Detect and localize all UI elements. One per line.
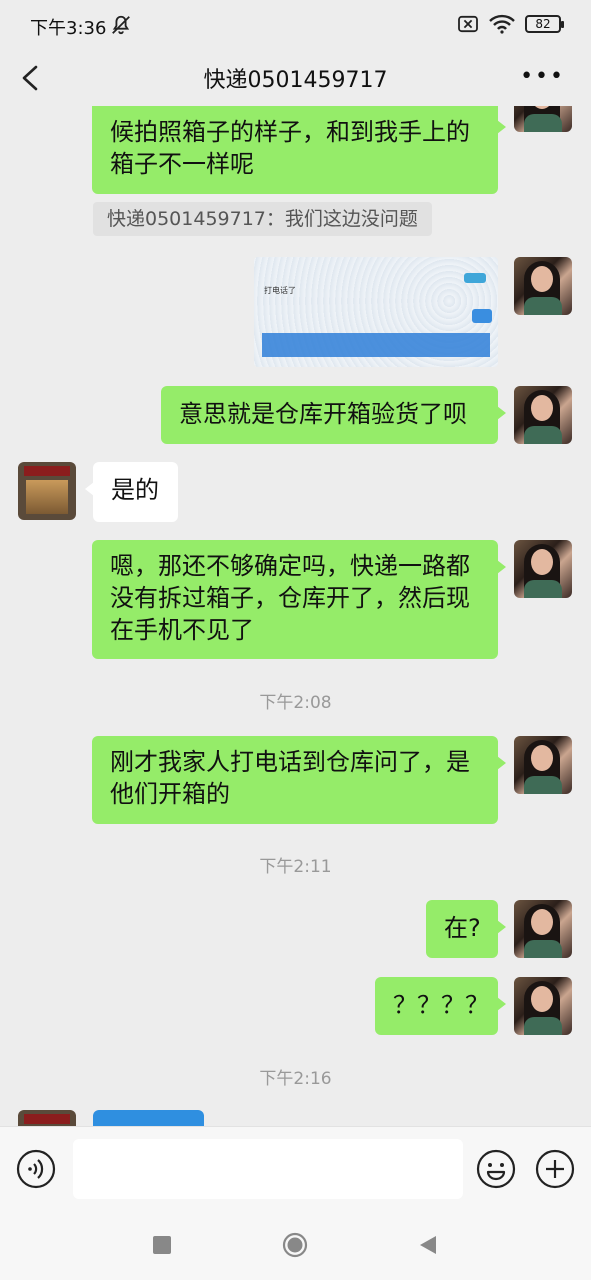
- image-message[interactable]: [93, 1110, 204, 1126]
- sent-message[interactable]: 刚才我家人打电话到仓库问了，是他们开箱的: [92, 736, 506, 824]
- system-nav-bar: [0, 1210, 591, 1280]
- recents-icon[interactable]: [153, 1236, 171, 1254]
- image-text: 打电话了: [264, 286, 296, 295]
- more-icon[interactable]: •••: [520, 64, 565, 89]
- my-avatar[interactable]: [514, 386, 572, 444]
- input-bar: [0, 1126, 591, 1211]
- chat-area[interactable]: 候拍照箱子的样子，和到我手上的箱子不一样呢 快递0501459717：我们这边没…: [0, 106, 591, 1126]
- message-text: ？？？？: [393, 991, 489, 1019]
- image-button-element: [472, 309, 492, 323]
- my-avatar[interactable]: [514, 736, 572, 794]
- chat-title: 快递0501459717: [203, 68, 388, 93]
- sent-message[interactable]: 意思就是仓库开箱验货了呗: [161, 386, 506, 444]
- sent-message[interactable]: 候拍照箱子的样子，和到我手上的箱子不一样呢: [92, 106, 506, 194]
- message-text: 在?: [444, 914, 481, 942]
- message-input[interactable]: [73, 1139, 463, 1199]
- timestamp: 下午2:11: [259, 857, 332, 877]
- contact-avatar[interactable]: [18, 1110, 76, 1126]
- no-sim-icon: [458, 15, 478, 33]
- message-text: 嗯，那还不够确定吗，快递一路都没有拆过箱子，仓库开了，然后现在手机不见了: [110, 552, 470, 644]
- received-message[interactable]: 是的: [85, 462, 178, 522]
- my-avatar[interactable]: [514, 540, 572, 598]
- message-text: 刚才我家人打电话到仓库问了，是他们开箱的: [110, 748, 470, 808]
- my-avatar[interactable]: [514, 977, 572, 1035]
- sent-message[interactable]: 在?: [426, 900, 506, 958]
- plus-icon[interactable]: [535, 1149, 575, 1189]
- message-text: 是的: [111, 476, 159, 504]
- my-avatar[interactable]: [514, 900, 572, 958]
- title-bar: 快递0501459717 •••: [0, 50, 591, 106]
- nav-back-icon[interactable]: [418, 1234, 438, 1256]
- status-time: 下午3:36: [30, 18, 107, 39]
- quoted-message[interactable]: 快递0501459717：我们这边没问题: [93, 202, 432, 236]
- image-message[interactable]: 打电话了: [254, 257, 498, 367]
- image-bar-element: [262, 333, 490, 357]
- sent-message[interactable]: ？？？？: [375, 977, 506, 1035]
- timestamp: 下午2:16: [259, 1069, 332, 1089]
- home-icon[interactable]: [282, 1232, 308, 1258]
- image-call-element: [464, 273, 486, 283]
- my-avatar[interactable]: [514, 106, 572, 132]
- sent-message[interactable]: 嗯，那还不够确定吗，快递一路都没有拆过箱子，仓库开了，然后现在手机不见了: [92, 540, 506, 659]
- message-text: 意思就是仓库开箱验货了呗: [179, 400, 467, 428]
- wifi-icon: [489, 14, 515, 34]
- battery-icon: 82: [525, 15, 564, 33]
- emoji-icon[interactable]: [476, 1149, 516, 1189]
- timestamp: 下午2:08: [259, 693, 332, 713]
- message-text: 候拍照箱子的样子，和到我手上的箱子不一样呢: [110, 118, 470, 178]
- contact-avatar[interactable]: [18, 462, 76, 520]
- my-avatar[interactable]: [514, 257, 572, 315]
- status-bar: 下午3:36 82: [0, 0, 591, 50]
- mute-icon: [112, 15, 130, 35]
- voice-icon[interactable]: [16, 1149, 56, 1189]
